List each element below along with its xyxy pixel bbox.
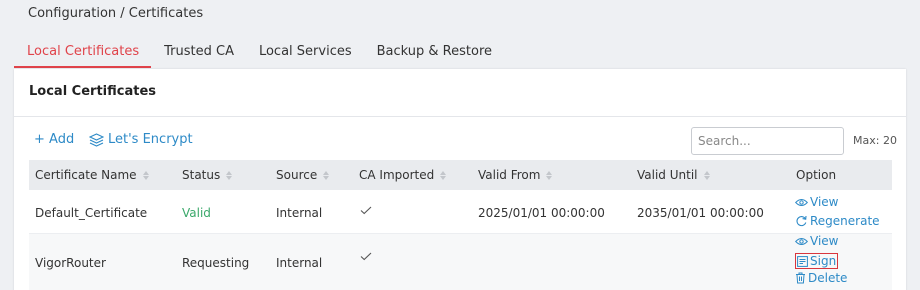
table-row: VigorRouter Requesting Internal View Sig…	[29, 234, 892, 290]
tab-bar: Local Certificates Trusted CA Local Serv…	[14, 36, 504, 68]
cell-valid-from: 2025/01/01 00:00:00	[478, 206, 605, 220]
breadcrumb: Configuration / Certificates	[28, 6, 204, 21]
panel-title: Local Certificates	[29, 84, 156, 99]
tab-trusted-ca[interactable]: Trusted CA	[151, 36, 246, 68]
cell-status: Valid	[182, 206, 211, 220]
col-certificate-name[interactable]: Certificate Name	[35, 168, 149, 182]
tab-local-certificates[interactable]: Local Certificates	[14, 36, 152, 68]
eye-icon	[795, 198, 808, 206]
tab-backup-restore[interactable]: Backup & Restore	[364, 36, 504, 68]
regenerate-button[interactable]: Regenerate	[795, 214, 880, 228]
col-label: Valid From	[478, 168, 541, 182]
certificates-panel: Local Certificates + Add Let's Encrypt M…	[14, 69, 906, 290]
search-input[interactable]	[691, 127, 844, 155]
regenerate-label: Regenerate	[810, 214, 880, 228]
cell-valid-until: 2035/01/01 00:00:00	[637, 206, 764, 220]
lets-encrypt-label: Let's Encrypt	[108, 132, 193, 147]
col-label: Valid Until	[637, 168, 698, 182]
panel-divider	[14, 116, 906, 117]
col-source[interactable]: Source	[276, 168, 330, 182]
sort-icon[interactable]	[226, 170, 233, 180]
sort-icon[interactable]	[703, 170, 710, 180]
cell-source: Internal	[276, 206, 323, 220]
col-ca-imported[interactable]: CA Imported	[359, 168, 447, 182]
table-row: Default_Certificate Valid Internal 2025/…	[29, 190, 892, 234]
col-status[interactable]: Status	[182, 168, 233, 182]
col-label: Option	[796, 168, 837, 182]
col-valid-from[interactable]: Valid From	[478, 168, 553, 182]
sign-document-icon	[797, 255, 808, 267]
refresh-icon	[796, 215, 807, 227]
cell-certificate-name: Default_Certificate	[35, 206, 148, 220]
col-label: Status	[182, 168, 221, 182]
col-valid-until[interactable]: Valid Until	[637, 168, 710, 182]
check-icon	[360, 252, 372, 261]
cell-certificate-name: VigorRouter	[35, 256, 106, 270]
cell-source: Internal	[276, 256, 323, 270]
view-button[interactable]: View	[795, 195, 838, 209]
max-count-label: Max: 20	[853, 134, 897, 147]
lets-encrypt-button[interactable]: Let's Encrypt	[89, 132, 193, 147]
view-label: View	[810, 234, 839, 248]
delete-label: Delete	[808, 271, 848, 285]
eye-icon	[795, 237, 808, 245]
sort-icon[interactable]	[323, 170, 330, 180]
add-button[interactable]: + Add	[34, 132, 74, 147]
trash-icon	[796, 272, 805, 284]
col-option: Option	[796, 168, 836, 182]
sort-icon[interactable]	[546, 170, 553, 180]
view-label: View	[810, 195, 839, 209]
check-icon	[360, 206, 372, 215]
col-label: Certificate Name	[35, 168, 137, 182]
sort-icon[interactable]	[142, 170, 149, 180]
delete-button[interactable]: Delete	[795, 271, 847, 285]
view-button[interactable]: View	[795, 234, 838, 248]
table-header: Certificate Name Status Source CA Import…	[29, 160, 892, 190]
sign-label: Sign	[810, 254, 837, 268]
col-label: Source	[276, 168, 318, 182]
col-label: CA Imported	[359, 168, 435, 182]
tab-local-services[interactable]: Local Services	[246, 36, 364, 68]
sign-button[interactable]: Sign	[795, 253, 839, 269]
layers-icon	[89, 132, 104, 147]
cell-status: Requesting	[182, 256, 250, 270]
sort-icon[interactable]	[440, 170, 447, 180]
